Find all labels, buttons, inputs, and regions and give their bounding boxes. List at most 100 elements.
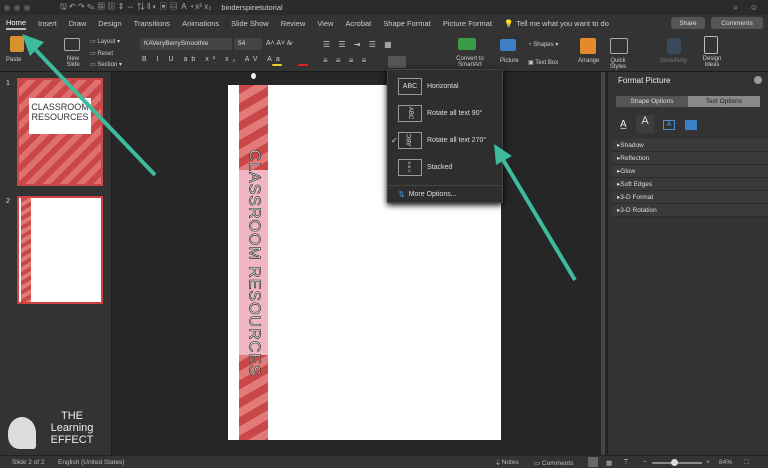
tab-text-options[interactable]: Text Options — [688, 96, 760, 107]
section-shadow[interactable]: ▸ Shadow — [612, 139, 768, 152]
tab-design[interactable]: Design — [98, 19, 121, 28]
tab-acrobat[interactable]: Acrobat — [345, 19, 371, 28]
section-3d-rotation[interactable]: ▸ 3-D Rotation — [612, 204, 768, 217]
lightbulb-icon: 💡 — [504, 19, 514, 28]
section-glow[interactable]: ▸ Glow — [612, 165, 768, 178]
head-logo-icon — [8, 417, 36, 449]
section-reflection[interactable]: ▸ Reflection — [612, 152, 768, 165]
menu-item-rotate-270[interactable]: ✓ ABC Rotate all text 270° — [388, 127, 504, 153]
tab-animations[interactable]: Animations — [182, 19, 219, 28]
section-button[interactable]: ▭ Section ▾ — [90, 61, 122, 68]
zoom-window-button[interactable] — [24, 4, 30, 11]
picture-button[interactable]: Picture — [500, 58, 519, 64]
quick-styles-button[interactable]: Quick Styles — [606, 58, 630, 70]
reading-view-button[interactable]: ⍑ — [624, 459, 628, 467]
quick-access-toolbar-icons[interactable]: 🖫 ↶ ↷ ✎ ▦ ▥ ⇕ ⇔ ⇅ ‖ ◐ ▣ ▤ Ａ ◂ x² x₂ — [60, 1, 211, 15]
tab-home[interactable]: Home — [6, 18, 27, 30]
thumbnail-spine — [21, 198, 31, 302]
font-name-select[interactable]: KAVeryBerrySmoothie — [140, 38, 232, 50]
menu-item-horizontal[interactable]: ABC Horizontal — [388, 73, 504, 99]
design-ideas-icon[interactable] — [704, 36, 718, 54]
menu-item-stacked[interactable]: A B C Stacked — [388, 154, 504, 180]
zoom-out-button[interactable]: − — [643, 459, 647, 466]
text-direction-button[interactable] — [388, 56, 406, 68]
menu-item-rotate-90[interactable]: ABC Rotate all text 90° — [388, 100, 504, 126]
picture-icon[interactable] — [500, 39, 516, 51]
horizontal-icon: ABC — [398, 77, 422, 95]
checkmark-icon: ✓ — [391, 135, 398, 145]
account-icon[interactable]: ☺ — [750, 3, 758, 12]
tab-transitions[interactable]: Transitions — [134, 19, 170, 28]
tab-shape-format[interactable]: Shape Format — [383, 19, 431, 28]
close-window-button[interactable] — [4, 4, 10, 11]
slide-sorter-button[interactable]: ▦ — [606, 459, 612, 467]
thumbnail-number: 1 — [6, 80, 10, 87]
align-icons[interactable]: ≡ ≡ ≡ ≡ — [323, 56, 369, 65]
arrange-icon[interactable] — [580, 38, 596, 54]
layout-button[interactable]: ▭ Layout ▾ — [90, 38, 120, 45]
alt-text-icon[interactable] — [685, 120, 697, 130]
paste-icon[interactable] — [10, 36, 24, 52]
pane-title: Format Picture — [618, 76, 671, 85]
textbox-icon[interactable]: A — [663, 120, 675, 130]
reset-label: Reset — [97, 51, 114, 57]
tell-me-search[interactable]: Tell me what you want to do — [516, 19, 609, 28]
section-label: 3-D Rotation — [620, 206, 657, 214]
highlight-color-icon[interactable] — [272, 64, 282, 66]
arrange-button[interactable]: Arrange — [578, 58, 599, 64]
shapes-label: Shapes — [533, 42, 554, 48]
new-slide-button[interactable]: New Slide — [64, 56, 82, 68]
quick-styles-icon[interactable] — [610, 38, 628, 54]
tab-slide-show[interactable]: Slide Show — [231, 19, 269, 28]
close-pane-button[interactable] — [754, 76, 762, 84]
comments-status-button[interactable]: ▭ Comments — [534, 459, 573, 467]
design-ideas-button[interactable]: Design Ideas — [700, 56, 724, 68]
slide-counter: Slide 2 of 2 — [12, 459, 45, 466]
shapes-button[interactable]: ◔ Shapes ▾ — [528, 41, 558, 48]
language[interactable]: English (United States) — [58, 459, 124, 466]
convert-smartart-button[interactable]: Convert to SmartArt — [452, 56, 488, 68]
tab-view[interactable]: View — [317, 19, 333, 28]
canvas-scrollbar[interactable] — [601, 72, 605, 455]
font-format-icons[interactable]: B I U ab x² x₂ AV Aa — [142, 56, 284, 63]
list-icons[interactable]: ☰ ☰ ⇥ ☰ ▦ — [323, 40, 395, 49]
tab-picture-format[interactable]: Picture Format — [443, 19, 492, 28]
font-size-select[interactable]: 54 — [234, 38, 262, 50]
icon-text: ABC — [407, 133, 413, 147]
reset-button[interactable]: ▭ Reset — [90, 50, 113, 57]
rotate-handle[interactable] — [251, 73, 256, 79]
smartart-icon[interactable] — [458, 38, 476, 50]
normal-view-button[interactable] — [588, 457, 598, 467]
text-fill-icon[interactable]: A̲ — [620, 119, 627, 130]
section-3d-format[interactable]: ▸ 3-D Format — [612, 191, 768, 204]
text-direction-menu: ABC Horizontal ABC Rotate all text 90° ✓ AB… — [387, 69, 503, 203]
font-grow-shrink-icons[interactable]: A˄ A˅ A̷ — [266, 40, 291, 47]
font-color-icon[interactable] — [298, 64, 308, 66]
slide-thumbnail-1[interactable]: CLASSROOM RESOURCES — [17, 78, 103, 186]
text-box-button[interactable]: ▣ Text Box — [528, 59, 558, 66]
section-label: Section — [97, 62, 118, 68]
text-effects-icon[interactable]: A — [636, 115, 654, 133]
search-icon[interactable]: ⌕ — [734, 3, 738, 13]
share-button[interactable]: Share — [671, 17, 705, 29]
minimize-window-button[interactable] — [14, 4, 20, 11]
comments-button[interactable]: Comments — [711, 17, 763, 29]
menu-item-more-options[interactable]: ⇅ More Options... — [388, 186, 504, 203]
tab-draw[interactable]: Draw — [69, 19, 87, 28]
fit-to-window-icon[interactable]: ⛶ — [744, 459, 749, 467]
thumbnail-title: CLASSROOM RESOURCES — [29, 98, 91, 134]
zoom-slider-thumb[interactable] — [671, 459, 678, 466]
notes-button[interactable]: ⍊ Notes — [496, 459, 519, 467]
tab-insert[interactable]: Insert — [38, 19, 57, 28]
menu-item-label: Rotate all text 270° — [427, 136, 487, 144]
new-slide-icon[interactable] — [64, 38, 80, 51]
spine-text-box[interactable]: CLASSROOM RESOURCES — [239, 149, 268, 377]
slide-thumbnail-2[interactable] — [17, 196, 103, 304]
zoom-in-button[interactable]: + — [706, 459, 710, 466]
paste-label[interactable]: Paste — [6, 57, 21, 63]
tab-shape-options[interactable]: Shape Options — [616, 96, 688, 107]
icon-text: ABC — [407, 106, 413, 120]
zoom-level[interactable]: 84% — [719, 459, 732, 466]
tab-review[interactable]: Review — [281, 19, 306, 28]
section-soft-edges[interactable]: ▸ Soft Edges — [612, 178, 768, 191]
